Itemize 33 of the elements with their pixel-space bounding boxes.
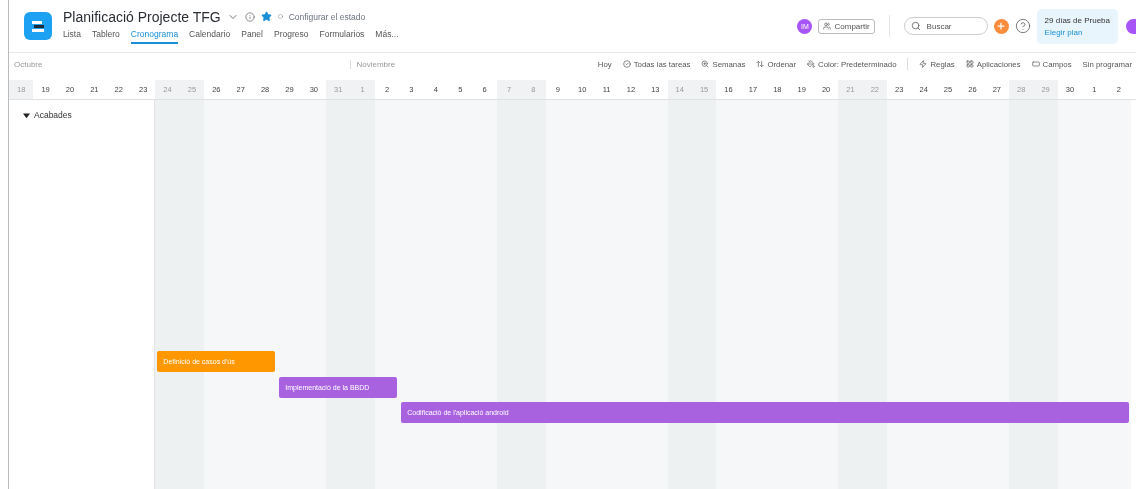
month-label: Octubre [13, 59, 44, 69]
search-field[interactable]: Buscar [903, 17, 988, 35]
add-button[interactable] [993, 18, 1009, 34]
group-header[interactable]: Acabades [23, 110, 72, 120]
app-logo[interactable] [24, 12, 52, 40]
zoom-icon [701, 60, 710, 68]
share-button[interactable]: Compartir [818, 18, 875, 34]
view-tab[interactable]: Formularios [319, 28, 365, 44]
project-title: Planificació Projecte TFG [63, 8, 221, 25]
view-tab[interactable]: Progreso [274, 28, 309, 44]
lightning-icon [919, 60, 928, 68]
info-icon[interactable] [244, 11, 255, 22]
plus-icon [996, 21, 1007, 31]
sort-icon [756, 60, 765, 68]
paint-bucket-icon [807, 60, 816, 68]
view-tab[interactable]: Panel [241, 28, 263, 44]
circle-icon [277, 14, 283, 19]
status-link[interactable]: Configurar el estado [288, 11, 366, 22]
help-button[interactable] [1014, 18, 1031, 34]
people-icon [823, 22, 832, 30]
rectangle-icon [1031, 60, 1040, 68]
view-tab[interactable]: Tablero [91, 28, 120, 44]
star-icon[interactable] [260, 11, 272, 22]
view-tab[interactable]: Cronograma [130, 28, 179, 44]
user-avatar[interactable] [1126, 18, 1136, 34]
search-icon [910, 21, 921, 31]
check-circle-icon [622, 60, 631, 68]
view-tab[interactable]: Lista [63, 28, 81, 44]
grid-icon [965, 60, 974, 68]
trial-text: 29 días de Prueba [1044, 15, 1110, 25]
view-tab[interactable]: Calendario [189, 28, 231, 44]
caret-icon [23, 111, 30, 119]
view-tab[interactable]: Más... [375, 28, 399, 44]
